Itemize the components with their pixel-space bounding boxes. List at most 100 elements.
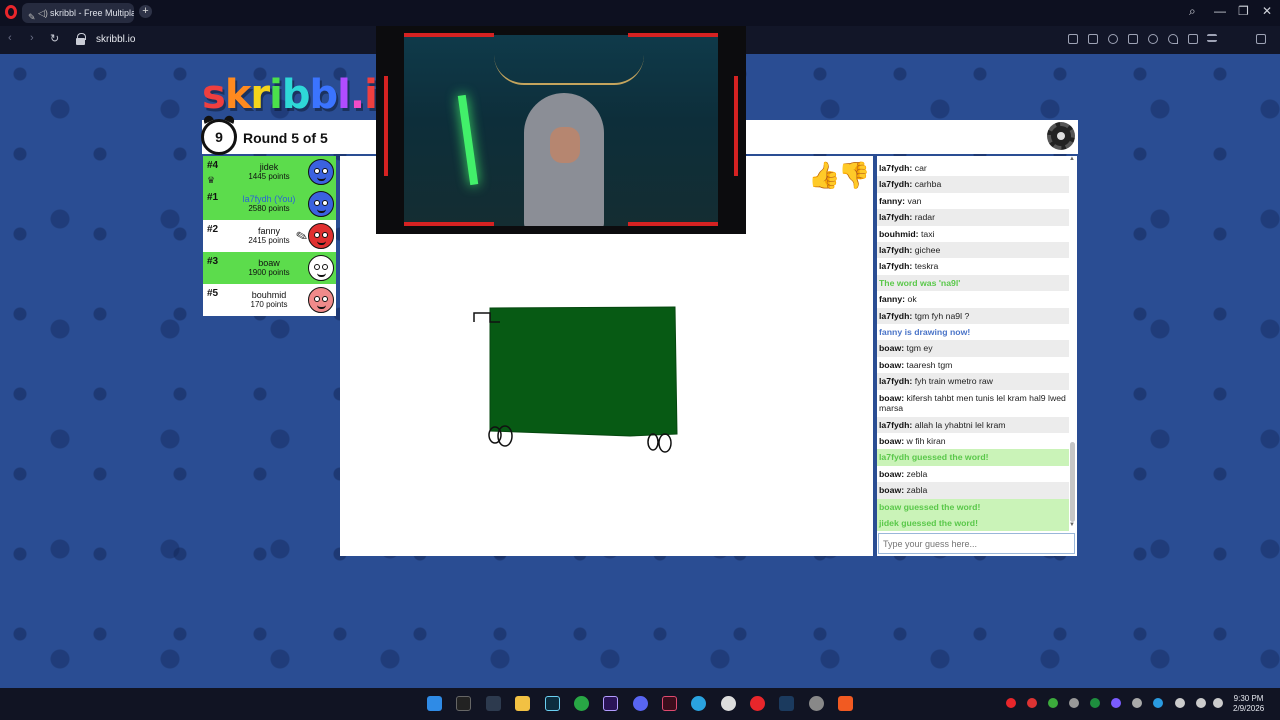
chat-username: fanny: bbox=[879, 294, 906, 305]
chat-system-text: The word was 'na9l' bbox=[879, 277, 961, 288]
sidebar-icon[interactable] bbox=[1256, 34, 1266, 44]
forward-icon[interactable]: › bbox=[30, 32, 34, 44]
logo-letter: r bbox=[250, 72, 270, 118]
premiere-icon[interactable] bbox=[603, 696, 618, 711]
back-icon[interactable]: ‹ bbox=[8, 32, 12, 44]
telegram-icon[interactable] bbox=[691, 696, 706, 711]
browser-tabbar: ✎ ◁) skribbl - Free Multipla + ⌕ — ❐ ✕ bbox=[0, 0, 1280, 26]
settings-icon[interactable] bbox=[809, 696, 824, 711]
chat-scrollbar[interactable]: ▲ ▼ bbox=[1069, 156, 1075, 532]
extensions-icon[interactable] bbox=[1128, 34, 1138, 44]
logo-letter: . bbox=[349, 72, 365, 118]
avatar-mouth bbox=[317, 241, 326, 245]
chat-text: taaresh tgm bbox=[906, 359, 953, 370]
reload-icon[interactable]: ↻ bbox=[50, 32, 59, 45]
player-avatar bbox=[308, 159, 334, 185]
search-tabs-icon[interactable]: ⌕ bbox=[1189, 4, 1196, 19]
avatar-eye bbox=[322, 296, 328, 302]
avatar-mouth bbox=[317, 305, 326, 309]
tray-app-icon[interactable] bbox=[1048, 698, 1058, 708]
volume-icon[interactable] bbox=[1213, 698, 1223, 708]
player-points: 1900 points bbox=[248, 268, 290, 277]
download-icon[interactable] bbox=[1188, 34, 1198, 44]
valorant-icon[interactable] bbox=[662, 696, 677, 711]
tray-record-icon[interactable] bbox=[1006, 698, 1016, 708]
player-avatar bbox=[308, 287, 334, 313]
streamer-face bbox=[550, 127, 580, 163]
chat-username: la7fydh: bbox=[879, 163, 913, 173]
opera-logo-icon[interactable] bbox=[5, 5, 17, 19]
brave-icon[interactable] bbox=[838, 696, 853, 711]
player-row[interactable]: #3 boaw 1900 points bbox=[203, 252, 336, 284]
player-row[interactable]: #4 jidek 1445 points ♛ bbox=[203, 156, 336, 188]
url-field[interactable]: skribbl.io bbox=[96, 34, 135, 45]
chat-text: van bbox=[907, 195, 922, 206]
minimize-icon[interactable]: — bbox=[1214, 4, 1226, 18]
lock-icon[interactable] bbox=[76, 33, 86, 45]
string-lights bbox=[494, 55, 644, 85]
scroll-thumb[interactable] bbox=[1070, 442, 1075, 522]
chat-username: bouhmid: bbox=[879, 228, 919, 239]
player-rank: #3 bbox=[207, 256, 219, 267]
player-name: bouhmid bbox=[251, 290, 287, 300]
browser-tab[interactable]: ✎ ◁) skribbl - Free Multipla bbox=[22, 3, 134, 23]
avatar-eye bbox=[322, 264, 328, 270]
player-name: jidek bbox=[259, 162, 279, 172]
chat-message: la7fydh: fyh train wmetro raw bbox=[877, 373, 1069, 390]
new-tab-button[interactable]: + bbox=[139, 5, 152, 18]
wheel-right-b bbox=[658, 433, 672, 453]
chat-text: carhba bbox=[914, 179, 942, 190]
player-rank: #2 bbox=[207, 224, 219, 235]
timer-clock: 9 bbox=[201, 119, 237, 155]
chat-message: boaw: tgm ey bbox=[877, 340, 1069, 357]
tray-app-icon[interactable] bbox=[1069, 698, 1079, 708]
chat-text: gichee bbox=[914, 245, 941, 256]
close-icon[interactable]: ✕ bbox=[1262, 4, 1272, 18]
discord-icon[interactable] bbox=[633, 696, 648, 711]
player-row[interactable]: #2 fanny 2415 points ✎ bbox=[203, 220, 336, 252]
opera-taskbar-icon[interactable] bbox=[750, 696, 765, 711]
player-row[interactable]: #5 bouhmid 170 points bbox=[203, 284, 336, 316]
tray-app-icon[interactable] bbox=[1027, 698, 1037, 708]
chat-panel: la7fydh: car la7fydh: carhba fanny: van la7… bbox=[877, 156, 1077, 556]
steam-icon[interactable] bbox=[779, 696, 794, 711]
camera-icon[interactable] bbox=[1088, 34, 1098, 44]
speaker-icon[interactable]: ◁) bbox=[38, 3, 48, 23]
heart-icon[interactable] bbox=[1168, 34, 1178, 44]
thumbs-up-icon[interactable]: 👍 bbox=[808, 160, 840, 191]
chat-text: car bbox=[914, 163, 927, 173]
avatar-eye bbox=[322, 200, 328, 206]
thumbs-down-icon[interactable]: 👎 bbox=[838, 160, 870, 191]
player-name: boaw bbox=[258, 258, 280, 268]
tray-app-icon[interactable] bbox=[1153, 698, 1163, 708]
lightroom-icon[interactable] bbox=[545, 696, 560, 711]
chat-text: fyh train wmetro raw bbox=[914, 376, 993, 387]
guess-input[interactable] bbox=[878, 533, 1075, 554]
tray-app-icon[interactable] bbox=[1111, 698, 1121, 708]
microphone-icon[interactable] bbox=[1175, 698, 1185, 708]
obs-icon[interactable] bbox=[721, 696, 736, 711]
folder-icon[interactable] bbox=[515, 696, 530, 711]
wifi-icon[interactable] bbox=[1196, 698, 1206, 708]
start-icon[interactable] bbox=[427, 696, 442, 711]
tray-app-icon[interactable] bbox=[1090, 698, 1100, 708]
player-row[interactable]: #1 la7fydh (You) 2580 points bbox=[203, 188, 336, 220]
taskbar-clock[interactable]: 9:30 PM 2/9/2026 bbox=[1233, 694, 1264, 714]
app-icon[interactable] bbox=[486, 696, 501, 711]
scroll-up-icon[interactable]: ▲ bbox=[1069, 156, 1075, 162]
maximize-icon[interactable]: ❐ bbox=[1238, 4, 1249, 18]
player-name: la7fydh (You) bbox=[242, 194, 296, 204]
chat-username: boaw: bbox=[879, 468, 905, 479]
play-icon[interactable] bbox=[1148, 34, 1158, 44]
frame-accent bbox=[404, 222, 494, 226]
menu-icon[interactable] bbox=[1207, 34, 1217, 42]
shield-icon[interactable] bbox=[1108, 34, 1118, 44]
chat-username: boaw: bbox=[879, 359, 905, 370]
scroll-down-icon[interactable]: ▼ bbox=[1069, 522, 1075, 528]
settings-gear-icon[interactable] bbox=[1047, 122, 1075, 150]
xbox-icon[interactable] bbox=[574, 696, 589, 711]
tray-app-icon[interactable] bbox=[1132, 698, 1142, 708]
epic-games-icon[interactable] bbox=[456, 696, 471, 711]
avatar-mouth bbox=[317, 209, 326, 213]
edit-icon[interactable] bbox=[1068, 34, 1078, 44]
